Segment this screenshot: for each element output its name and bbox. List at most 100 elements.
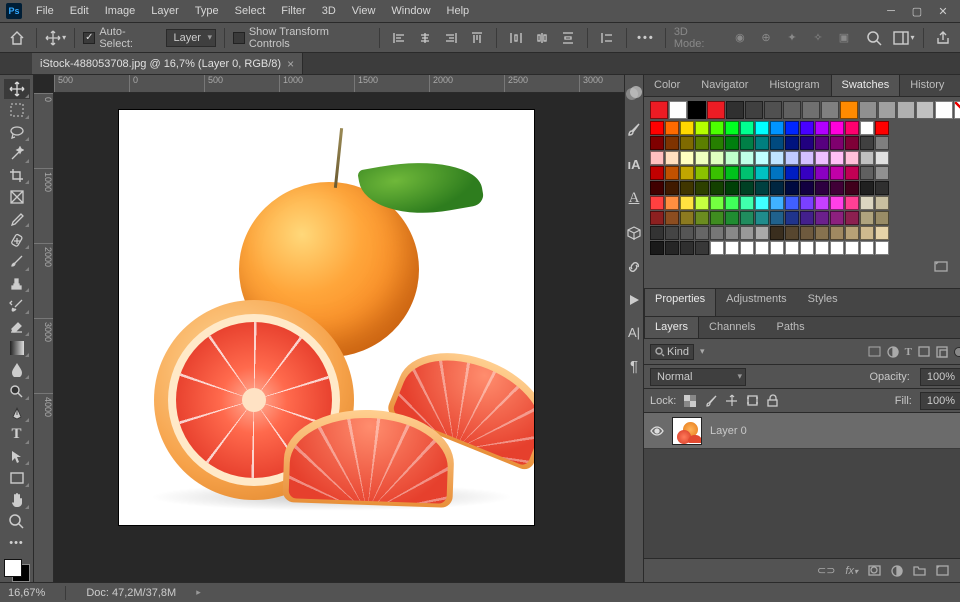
zoom-level[interactable]: 16,67%	[8, 587, 45, 599]
swatch[interactable]	[710, 181, 724, 195]
swatch[interactable]	[665, 121, 679, 135]
swatch[interactable]	[830, 151, 844, 165]
swatch[interactable]	[785, 241, 799, 255]
swatch[interactable]	[725, 136, 739, 150]
tab-adjustments[interactable]: Adjustments	[716, 289, 798, 316]
menu-type[interactable]: Type	[187, 2, 227, 20]
swatch[interactable]	[830, 211, 844, 225]
show-transform-checkbox[interactable]: Show Transform Controls	[233, 26, 371, 50]
swatch[interactable]	[710, 166, 724, 180]
eyedropper-tool[interactable]	[4, 209, 30, 229]
swatch[interactable]	[875, 151, 889, 165]
swatch[interactable]	[680, 121, 694, 135]
path-select-tool[interactable]	[4, 447, 30, 467]
filter-toggle[interactable]	[954, 347, 960, 357]
edit-toolbar[interactable]: •••	[4, 533, 30, 553]
magic-wand-tool[interactable]	[4, 144, 30, 164]
swatch[interactable]	[725, 196, 739, 210]
tab-layers[interactable]: Layers	[644, 317, 699, 338]
swatch[interactable]	[830, 121, 844, 135]
tab-swatches[interactable]: Swatches	[831, 75, 901, 96]
swatch[interactable]	[840, 101, 858, 119]
swatch[interactable]	[665, 181, 679, 195]
opacity-dropdown[interactable]: 100%	[920, 368, 960, 386]
swatch[interactable]	[665, 241, 679, 255]
swatch[interactable]	[935, 101, 953, 119]
filter-pixel-icon[interactable]	[868, 346, 881, 357]
swatch[interactable]	[770, 181, 784, 195]
swatch[interactable]	[710, 226, 724, 240]
swatch[interactable]	[845, 211, 859, 225]
swatch[interactable]	[740, 136, 754, 150]
swatch[interactable]	[860, 196, 874, 210]
swatch[interactable]	[740, 121, 754, 135]
swatch[interactable]	[755, 151, 769, 165]
gradient-tool[interactable]	[4, 339, 30, 359]
layer-row[interactable]: Layer 0	[644, 413, 960, 449]
align-right-icon[interactable]	[440, 27, 462, 49]
swatch[interactable]	[755, 226, 769, 240]
swatch[interactable]	[665, 136, 679, 150]
group-icon[interactable]	[913, 565, 926, 576]
distribute-v-icon[interactable]	[557, 27, 579, 49]
swatch[interactable]	[650, 181, 664, 195]
swatch[interactable]	[680, 211, 694, 225]
swatch[interactable]	[764, 101, 782, 119]
lasso-tool[interactable]	[4, 122, 30, 142]
eraser-tool[interactable]	[4, 317, 30, 337]
swatch[interactable]	[815, 136, 829, 150]
swatch[interactable]	[755, 241, 769, 255]
swatch[interactable]	[815, 166, 829, 180]
align-more-icon[interactable]	[596, 27, 618, 49]
swatch[interactable]	[860, 166, 874, 180]
swatch[interactable]	[695, 211, 709, 225]
workspace-icon[interactable]: ▾	[893, 27, 915, 49]
swatch[interactable]	[710, 151, 724, 165]
canvas-area[interactable]: 500050010001500200025003000350040004500 …	[34, 75, 624, 582]
window-close[interactable]: ✕	[930, 2, 956, 20]
crop-tool[interactable]	[4, 166, 30, 186]
swatch[interactable]	[845, 196, 859, 210]
swatch[interactable]	[710, 136, 724, 150]
swatch[interactable]	[860, 226, 874, 240]
glyphs-dock-icon[interactable]: ıA	[628, 157, 641, 172]
swatch[interactable]	[830, 196, 844, 210]
tab-navigator[interactable]: Navigator	[691, 75, 759, 96]
play-dock-icon[interactable]	[627, 293, 641, 307]
swatch[interactable]	[785, 151, 799, 165]
filter-smart-icon[interactable]	[936, 346, 948, 358]
swatch[interactable]	[830, 241, 844, 255]
menu-file[interactable]: File	[28, 2, 62, 20]
tab-channels[interactable]: Channels	[699, 317, 766, 338]
swatch[interactable]	[745, 101, 763, 119]
stamp-tool[interactable]	[4, 274, 30, 294]
swatch[interactable]	[875, 181, 889, 195]
blend-mode-dropdown[interactable]: Normal	[650, 368, 746, 386]
swatch[interactable]	[725, 226, 739, 240]
swatch[interactable]	[875, 226, 889, 240]
menu-help[interactable]: Help	[439, 2, 478, 20]
blur-tool[interactable]	[4, 360, 30, 380]
swatch[interactable]	[800, 151, 814, 165]
tab-paths[interactable]: Paths	[767, 317, 816, 338]
doc-size[interactable]: Doc: 47,2M/37,8M	[86, 587, 176, 599]
swatch[interactable]	[878, 101, 896, 119]
brush-dock-icon[interactable]	[625, 121, 643, 139]
swatch[interactable]	[860, 151, 874, 165]
swatch[interactable]	[785, 136, 799, 150]
swatch[interactable]	[695, 226, 709, 240]
new-layer-icon[interactable]	[936, 565, 949, 576]
window-minimize[interactable]: ─	[878, 2, 904, 20]
swatch[interactable]	[725, 211, 739, 225]
swatch[interactable]	[740, 151, 754, 165]
fx-icon[interactable]: fx▾	[845, 565, 858, 577]
swatch[interactable]	[815, 151, 829, 165]
swatch[interactable]	[650, 136, 664, 150]
swatch[interactable]	[695, 196, 709, 210]
swatch[interactable]	[785, 211, 799, 225]
swatch[interactable]	[710, 241, 724, 255]
rectangle-tool[interactable]	[4, 468, 30, 488]
paragraph-dock-icon[interactable]: ¶	[630, 358, 638, 375]
swatch[interactable]	[785, 226, 799, 240]
swatch[interactable]	[740, 211, 754, 225]
